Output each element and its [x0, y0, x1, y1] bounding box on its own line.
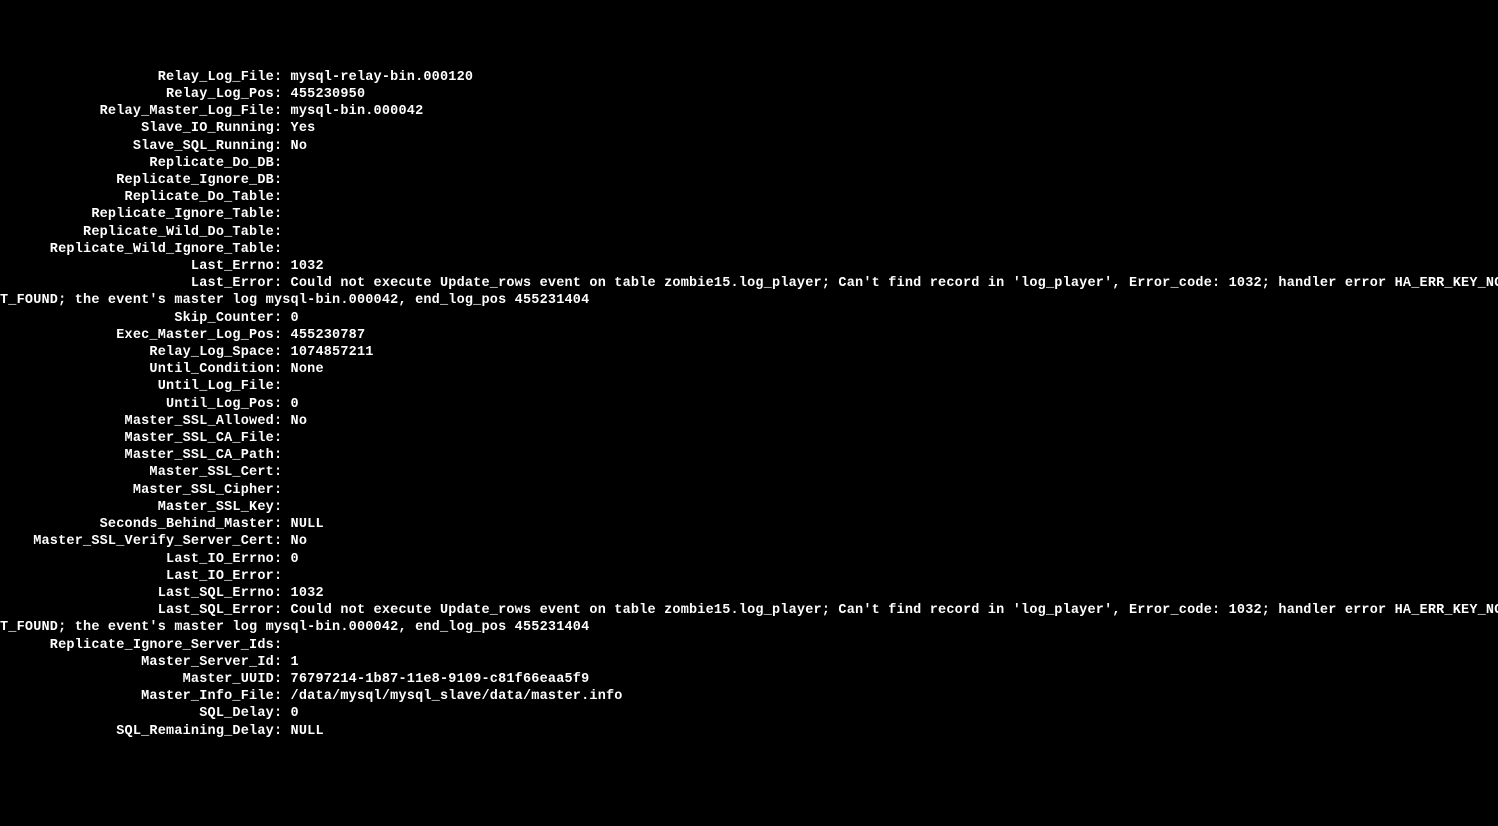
terminal-output: Relay_Log_File: mysql-relay-bin.000120 R…: [0, 69, 1498, 740]
